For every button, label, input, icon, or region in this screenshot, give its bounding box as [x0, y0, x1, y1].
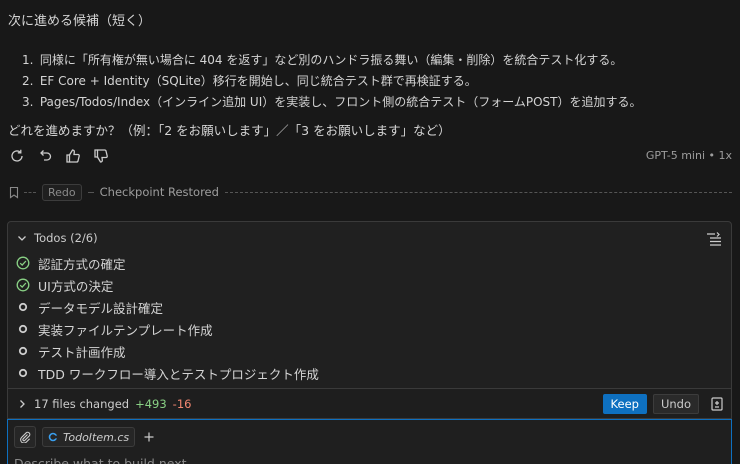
lines-added: +493: [135, 397, 167, 411]
question-text: どれを進めますか？（例：「2 をお願いします」／「3 をお願いします」など）: [8, 123, 451, 138]
checkpoint-divider: [24, 191, 36, 193]
redo-button[interactable]: Redo: [42, 183, 82, 201]
files-changed-summary: 17 files changed: [34, 397, 130, 411]
list-item: 実装ファイルテンプレート作成: [16, 318, 319, 340]
todo-item-label: データモデル設計確定: [38, 300, 164, 316]
list-item-number: 2.: [22, 74, 34, 88]
files-changed-bar: 17 files changed +493 -16 Keep Undo: [7, 389, 732, 419]
message-actions: [8, 146, 110, 166]
chat-input[interactable]: [14, 456, 714, 464]
checkpoint-status: Checkpoint Restored: [99, 185, 219, 199]
list-item-text: 同様に「所有権が無い場合に 404 を返す」など別のハンドラ振る舞い（編集・削除…: [39, 53, 623, 67]
context-file-chip[interactable]: TodoItem.cs: [42, 427, 136, 447]
todo-item-label: テスト計画作成: [38, 344, 126, 360]
list-item: 2. EF Core + Identity（SQLite）移行を開始し、同じ統合…: [22, 71, 642, 92]
undo-icon[interactable]: [36, 147, 54, 165]
todo-list: 認証方式の確定 UI方式の決定 データモデル設計確定 実装ファイルテンプレート作…: [16, 252, 319, 384]
csharp-file-icon: [48, 432, 58, 442]
keep-button[interactable]: Keep: [602, 394, 647, 414]
context-file-label: TodoItem.cs: [63, 430, 130, 444]
todo-item-label: 認証方式の確定: [38, 256, 126, 272]
list-item-number: 3.: [22, 95, 34, 109]
paperclip-icon: [19, 431, 31, 443]
todo-item-label: 実装ファイルテンプレート作成: [38, 322, 213, 338]
list-item: 認証方式の確定: [16, 252, 319, 274]
undo-button[interactable]: Undo: [652, 394, 699, 414]
message-heading: 次に進める候補（短く）: [8, 14, 152, 29]
thumbs-up-icon[interactable]: [64, 147, 82, 165]
list-item: データモデル設計確定: [16, 296, 319, 318]
composer-context-row: TodoItem.cs: [14, 426, 155, 448]
todo-item-label: TDD ワークフロー導入とテストプロジェクト作成: [38, 366, 319, 382]
chat-panel: 次に進める候補（短く） 1. 同様に「所有権が無い場合に 404 を返す」など別…: [0, 0, 740, 464]
suggestion-list: 1. 同様に「所有権が無い場合に 404 を返す」など別のハンドラ振る舞い（編集…: [22, 50, 642, 113]
chevron-right-icon: [16, 398, 28, 410]
retry-icon[interactable]: [8, 147, 26, 165]
list-item: TDD ワークフロー導入とテストプロジェクト作成: [16, 362, 319, 384]
chat-composer: TodoItem.cs: [7, 419, 732, 464]
list-item-text: Pages/Todos/Index（インライン追加 UI）を実装し、フロント側の…: [39, 95, 642, 109]
checkpoint-divider: [87, 191, 94, 193]
chevron-down-icon: [16, 232, 28, 244]
todo-header[interactable]: Todos (2/6): [16, 231, 98, 245]
checkpoint-row: Redo Checkpoint Restored: [8, 181, 732, 203]
diff-view-icon[interactable]: [709, 396, 725, 412]
pending-circle-icon: [16, 300, 30, 314]
todo-item-label: UI方式の決定: [38, 278, 114, 294]
check-circle-icon: [16, 278, 30, 292]
todo-header-title: Todos (2/6): [34, 231, 98, 245]
list-item: テスト計画作成: [16, 340, 319, 362]
pending-circle-icon: [16, 344, 30, 358]
checkpoint-divider: [224, 191, 732, 193]
thumbs-down-icon[interactable]: [92, 147, 110, 165]
attach-button[interactable]: [14, 426, 36, 448]
add-context-icon[interactable]: [143, 431, 155, 443]
lines-removed: -16: [172, 397, 192, 411]
files-actions: Keep Undo: [602, 394, 725, 414]
list-item: 3. Pages/Todos/Index（インライン追加 UI）を実装し、フロン…: [22, 92, 642, 113]
list-collapse-icon[interactable]: [706, 231, 722, 246]
model-info: GPT-5 mini • 1x: [645, 149, 732, 162]
todo-panel: Todos (2/6) 認証方式の確定 UI方式の決定 データモデル設計確定 実…: [7, 221, 732, 389]
files-changed-toggle[interactable]: 17 files changed +493 -16: [16, 397, 191, 411]
pending-circle-icon: [16, 366, 30, 380]
check-circle-icon: [16, 256, 30, 270]
bookmark-icon: [8, 186, 20, 199]
pending-circle-icon: [16, 322, 30, 336]
list-item-text: EF Core + Identity（SQLite）移行を開始し、同じ統合テスト…: [39, 74, 477, 88]
list-item: UI方式の決定: [16, 274, 319, 296]
list-item-number: 1.: [22, 53, 34, 67]
list-item: 1. 同様に「所有権が無い場合に 404 を返す」など別のハンドラ振る舞い（編集…: [22, 50, 642, 71]
